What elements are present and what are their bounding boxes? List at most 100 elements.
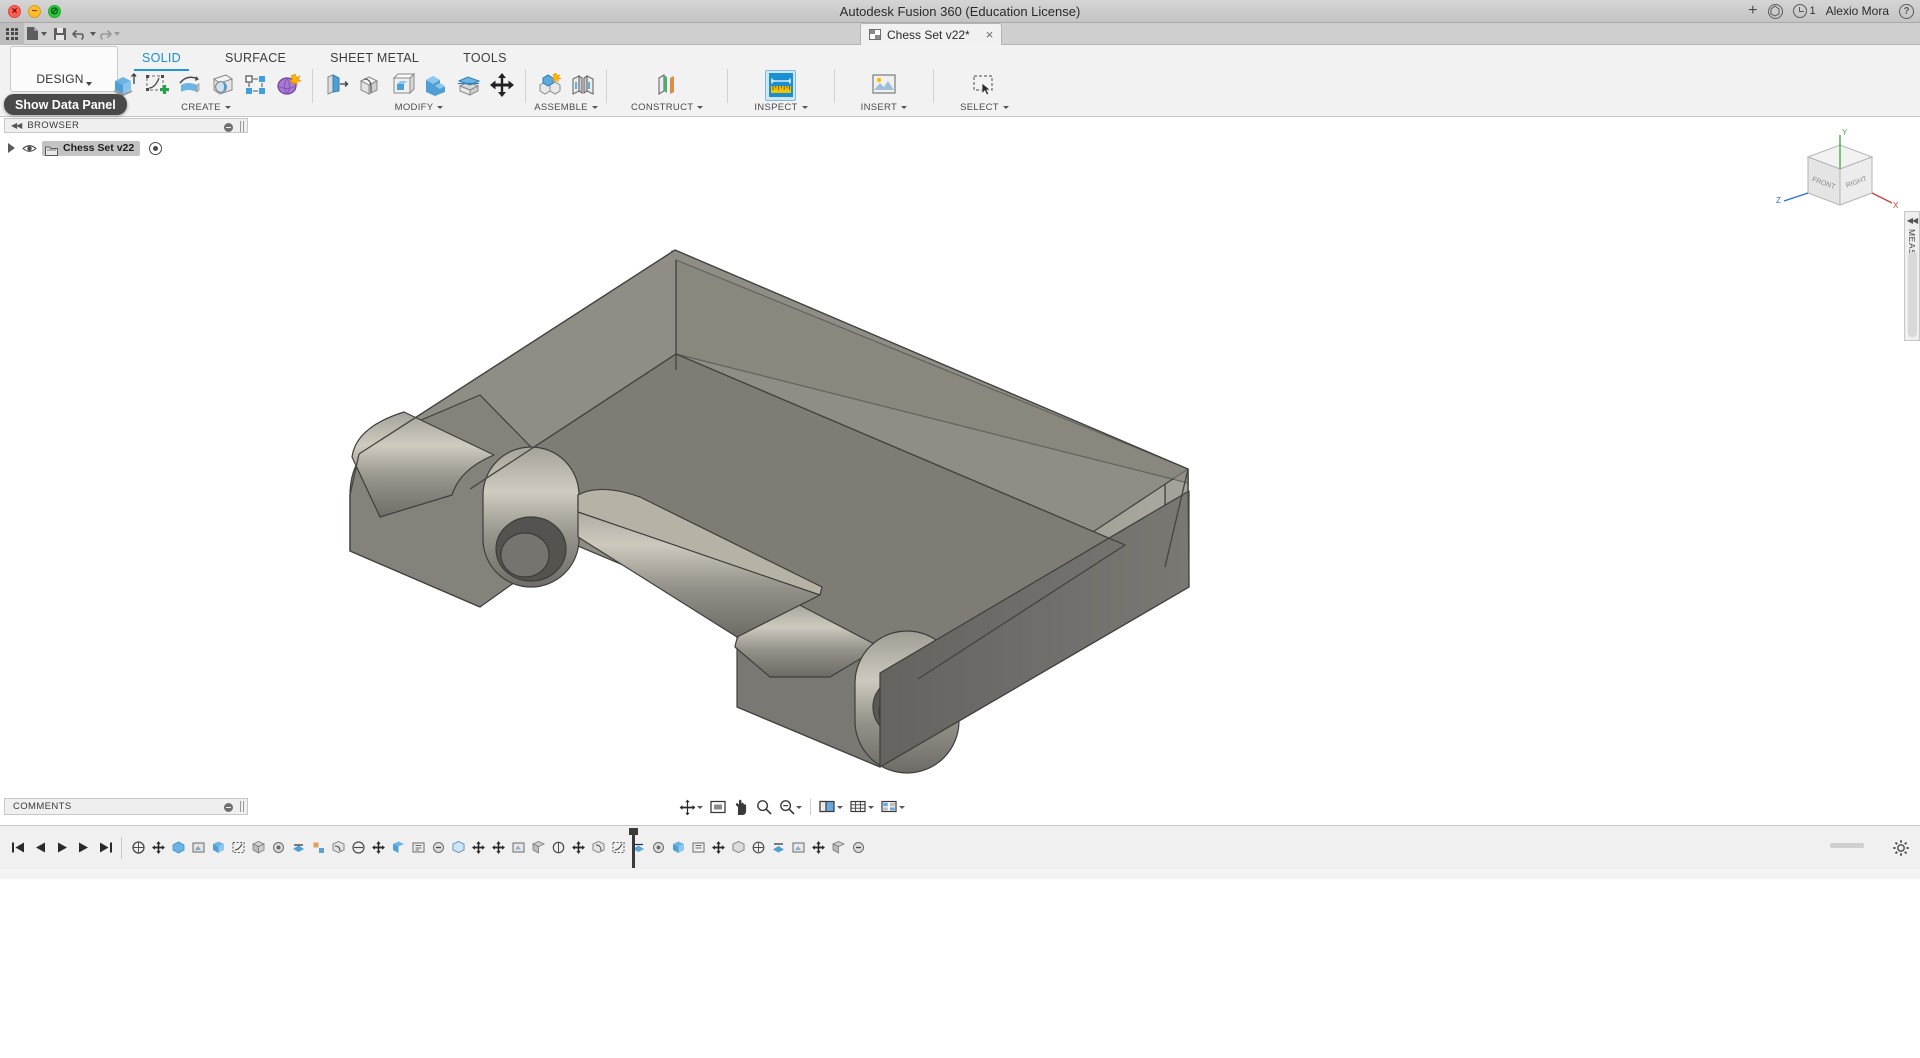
- sweep-button[interactable]: [207, 70, 238, 101]
- orbit-button[interactable]: [676, 797, 706, 817]
- navigation-bar: [676, 796, 908, 818]
- select-icon: [973, 75, 994, 96]
- tab-solid[interactable]: SOLID: [120, 48, 203, 71]
- step-back-button[interactable]: [32, 840, 47, 855]
- fillet-button[interactable]: [354, 70, 385, 101]
- panel-select-label[interactable]: SELECT: [960, 101, 1009, 114]
- pattern-icon: [244, 75, 265, 94]
- play-button[interactable]: [54, 840, 69, 855]
- panel-insert-label[interactable]: INSERT: [861, 101, 908, 114]
- redo-button[interactable]: [96, 23, 120, 45]
- browser-tree-root-row[interactable]: Chess Set v22: [8, 140, 163, 156]
- panel-divider: [606, 69, 607, 103]
- panel-inspect-label[interactable]: INSPECT: [754, 101, 808, 114]
- viewports-button[interactable]: [878, 797, 908, 817]
- canvas-3d-viewport[interactable]: FRONT RIGHT Y Z X ◀◀ MEASURE: [0, 117, 1920, 792]
- close-icon[interactable]: ×: [986, 27, 994, 42]
- pan-button[interactable]: [730, 797, 752, 817]
- form-button[interactable]: [273, 70, 304, 101]
- create-sketch-button[interactable]: [141, 70, 172, 101]
- zoom-window-icon: [780, 800, 795, 815]
- timeline-settings-button[interactable]: [1892, 839, 1910, 857]
- panel-insert: INSERT: [839, 67, 929, 117]
- step-forward-button[interactable]: [76, 840, 91, 855]
- fit-button[interactable]: [707, 797, 729, 817]
- app-title: Autodesk Fusion 360 (Education License): [839, 3, 1081, 19]
- combine-button[interactable]: [420, 70, 451, 101]
- workspace-switcher[interactable]: DESIGN: [10, 46, 118, 92]
- collapse-icon[interactable]: ◀◀: [11, 121, 22, 130]
- pattern-button[interactable]: [240, 70, 271, 101]
- chevron-down-icon: [437, 106, 444, 109]
- axis-z-label: Z: [1776, 196, 1781, 205]
- comments-resize-grip[interactable]: [240, 801, 244, 812]
- tab-sheet-metal[interactable]: SHEET METAL: [308, 48, 441, 68]
- display-settings-button[interactable]: [816, 797, 846, 817]
- comments-panel-header[interactable]: COMMENTS: [4, 798, 248, 815]
- browser-root-item[interactable]: Chess Set v22: [42, 140, 141, 156]
- minimize-window-button[interactable]: −: [28, 5, 41, 18]
- grid-snap-button[interactable]: [847, 797, 877, 817]
- document-tab[interactable]: Chess Set v22* ×: [860, 23, 1003, 45]
- zoom-window-button[interactable]: ⊘: [48, 5, 61, 18]
- new-document-button[interactable]: [24, 23, 48, 45]
- go-to-beginning-button[interactable]: [10, 840, 25, 855]
- timeline-track[interactable]: [108, 826, 1920, 870]
- zoom-button[interactable]: [753, 797, 775, 817]
- workspace-label: DESIGN: [36, 72, 84, 86]
- insert-mcmaster-button[interactable]: [868, 70, 899, 101]
- press-pull-button[interactable]: [321, 70, 352, 101]
- document-settings-icon[interactable]: [149, 141, 163, 155]
- close-window-button[interactable]: ×: [8, 5, 21, 18]
- timeline-bar[interactable]: [0, 825, 1920, 869]
- chevron-down-icon: [837, 805, 843, 809]
- revolve-button[interactable]: [174, 70, 205, 101]
- panel-divider: [933, 69, 935, 103]
- panel-construct-label[interactable]: CONSTRUCT: [631, 101, 704, 114]
- notifications-button[interactable]: 1: [1792, 4, 1816, 18]
- timeline-scrollbar[interactable]: [1830, 843, 1864, 848]
- panel-modify-label[interactable]: MODIFY: [395, 101, 444, 114]
- measure-panel-scrollbar[interactable]: [1908, 252, 1917, 337]
- comments-minimize-icon[interactable]: [224, 803, 233, 812]
- zoom-window-button[interactable]: [776, 797, 805, 817]
- browser-minimize-icon[interactable]: [224, 122, 233, 132]
- measure-panel-tab[interactable]: ◀◀ MEASURE: [1904, 211, 1920, 341]
- tab-surface[interactable]: SURFACE: [203, 48, 308, 68]
- new-component-button[interactable]: [534, 70, 565, 101]
- new-component-icon: [539, 72, 562, 95]
- extensions-icon[interactable]: [1767, 3, 1783, 19]
- help-icon[interactable]: [1899, 3, 1914, 19]
- visibility-toggle[interactable]: [22, 143, 37, 154]
- joint-icon: [571, 74, 594, 95]
- chevron-down-icon: [114, 31, 120, 36]
- window-controls[interactable]: × − ⊘: [8, 5, 61, 18]
- redo-icon: [100, 29, 112, 40]
- measure-button[interactable]: [765, 69, 797, 101]
- browser-resize-grip[interactable]: [240, 121, 244, 132]
- collapse-icon[interactable]: ◀◀: [1907, 216, 1918, 225]
- panel-assemble-label[interactable]: ASSEMBLE: [534, 101, 598, 114]
- save-button[interactable]: [48, 23, 72, 45]
- offset-plane-button[interactable]: [652, 70, 683, 101]
- new-tab-button[interactable]: +: [1748, 3, 1757, 19]
- browser-title: BROWSER: [27, 120, 80, 131]
- timeline-playhead[interactable]: [629, 828, 638, 868]
- select-button[interactable]: [969, 70, 1000, 101]
- shell-button[interactable]: [387, 70, 418, 101]
- browser-header[interactable]: ◀◀ BROWSER: [4, 118, 248, 133]
- joint-button[interactable]: [567, 70, 598, 101]
- pan-icon: [735, 799, 747, 815]
- model-3d-body[interactable]: [0, 117, 1920, 792]
- expand-arrow-icon[interactable]: [8, 143, 15, 153]
- eye-icon: [22, 144, 37, 152]
- split-face-button[interactable]: [453, 70, 484, 101]
- ribbon-panels: CREATE MODIFY ASSEMBLE CONSTRUCT INSPECT…: [104, 67, 1031, 117]
- panel-create-label[interactable]: CREATE: [181, 101, 231, 114]
- undo-button[interactable]: [72, 23, 96, 45]
- view-cube[interactable]: FRONT RIGHT Y Z X: [1770, 127, 1900, 237]
- move-copy-button[interactable]: [486, 70, 517, 101]
- tab-tools[interactable]: TOOLS: [441, 48, 529, 68]
- user-name[interactable]: Alexio Mora: [1826, 4, 1889, 18]
- show-data-panel-button[interactable]: [0, 22, 24, 45]
